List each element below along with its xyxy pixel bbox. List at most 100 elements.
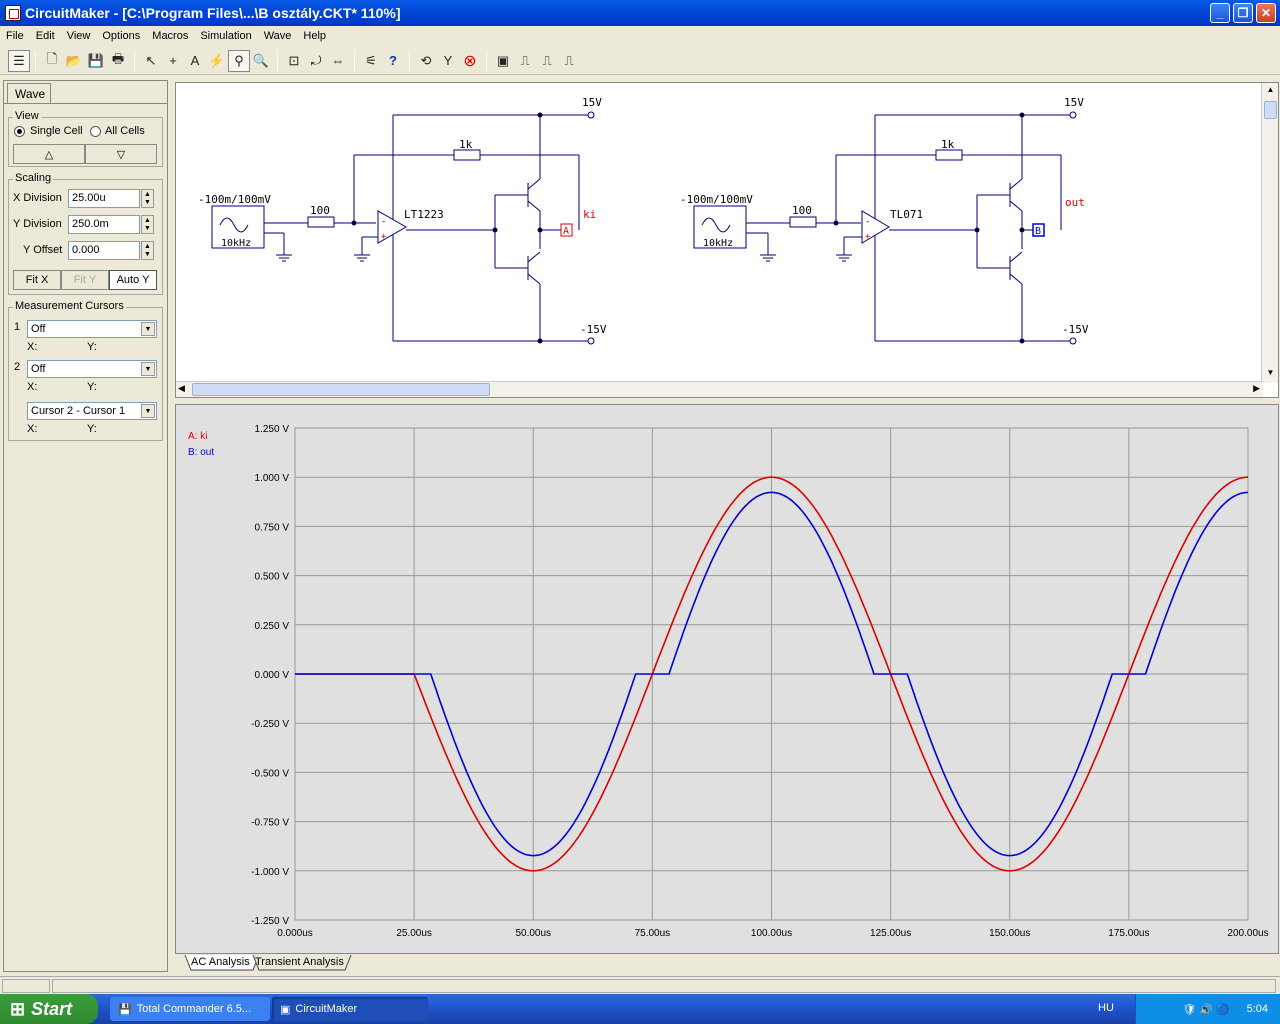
all-cells-radio[interactable] — [90, 126, 101, 137]
horizontal-scroll-thumb[interactable] — [192, 383, 490, 396]
schematic-vertical-scrollbar[interactable]: ▲ ▼ — [1261, 83, 1278, 383]
vertical-scroll-thumb[interactable] — [1264, 101, 1277, 119]
menu-simulation[interactable]: Simulation — [194, 30, 257, 42]
source-label-left: -100m/100mV — [198, 193, 271, 206]
y-division-spinner[interactable]: ▲ ▼ — [141, 215, 154, 234]
y-division-input[interactable]: 250.0m — [68, 215, 140, 234]
toolbar-separator — [409, 50, 410, 71]
system-tray: 🛡🔊🔵 5:04 — [1135, 994, 1280, 1024]
circuit-right — [693, 111, 1077, 345]
legend-entry-0: A: ki — [188, 431, 207, 442]
rotate-icon[interactable]: ⤾ — [305, 50, 327, 72]
scope2-icon[interactable]: ⎍ — [536, 50, 558, 72]
scope3-icon[interactable]: ⎍ — [558, 50, 580, 72]
new-file-icon[interactable]: 🗋 — [41, 50, 63, 72]
toolbar-separator — [354, 50, 355, 71]
minimize-button[interactable]: _ — [1210, 3, 1230, 23]
close-button[interactable]: ✕ — [1256, 3, 1276, 23]
open-folder-icon[interactable]: 📂 — [63, 50, 85, 72]
print-icon[interactable]: 🖶 — [107, 50, 129, 72]
mirror-icon[interactable]: ⇔ — [327, 50, 349, 72]
tab-wave[interactable]: Wave — [7, 83, 51, 103]
help-icon[interactable]: ? — [382, 50, 404, 72]
fit-y-button[interactable]: Fit Y — [61, 270, 109, 290]
menu-edit[interactable]: Edit — [30, 30, 61, 42]
view-group: View Single Cell All Cells △ ▽ — [8, 110, 163, 167]
zoom-tool-icon[interactable]: 🔍 — [250, 50, 272, 72]
cursor1-select[interactable]: Off ▼ — [27, 320, 157, 338]
analysis-setup-icon[interactable]: ▣ — [492, 50, 514, 72]
bus-tool-icon[interactable]: ⚡ — [206, 50, 228, 72]
reset-icon[interactable]: ⟲ — [415, 50, 437, 72]
x-division-input[interactable]: 25.00u — [68, 189, 140, 208]
step-icon[interactable]: Y — [437, 50, 459, 72]
single-cell-label: Single Cell — [30, 125, 83, 137]
probe-a-letter: A — [563, 226, 569, 237]
chevron-down-icon: ▼ — [141, 322, 155, 336]
device-library-icon[interactable]: ⚟ — [360, 50, 382, 72]
y-tick-label: 0.750 V — [255, 522, 290, 533]
x-tick-label: 175.00us — [1108, 928, 1149, 939]
menu-file[interactable]: File — [0, 30, 30, 42]
language-indicator[interactable]: HU — [1098, 1002, 1114, 1014]
zoom-fit-icon[interactable]: ⊡ — [283, 50, 305, 72]
waveform-plot[interactable]: 0.000us 25.00us 50.00us 75.00us 100.00us 125.… — [175, 404, 1279, 954]
rfb-label-left: 1k — [459, 138, 473, 151]
menu-bar: File Edit View Options Macros Simulation… — [0, 26, 1280, 46]
menu-options[interactable]: Options — [96, 30, 146, 42]
probe-tool-icon[interactable]: ⚲ — [228, 49, 250, 72]
x-tick-label: 200.00us — [1227, 928, 1268, 939]
task-circuitmaker[interactable]: ▣ CircuitMaker — [272, 997, 428, 1021]
opamp-minus-right: - — [865, 217, 870, 227]
tab-ac-analysis[interactable]: AC Analysis — [191, 956, 250, 968]
cursor2-select[interactable]: Off ▼ — [27, 360, 157, 378]
vminus-label-right: -15V — [1062, 323, 1089, 336]
window-title: CircuitMaker - [C:\Program Files\...\B o… — [25, 5, 401, 21]
probe-b-letter: B — [1035, 226, 1041, 237]
scope-icon[interactable]: ⎍ — [514, 50, 536, 72]
menu-macros[interactable]: Macros — [146, 30, 194, 42]
menu-wave[interactable]: Wave — [258, 30, 298, 42]
y-offset-spinner[interactable]: ▲ ▼ — [141, 241, 154, 260]
fit-x-button[interactable]: Fit X — [13, 270, 61, 290]
single-cell-radio[interactable] — [14, 126, 25, 137]
freq-label-right: 10kHz — [703, 238, 733, 249]
auto-y-button[interactable]: Auto Y — [109, 270, 157, 290]
panel-toggle-icon[interactable]: ☰ — [8, 49, 30, 72]
circuitmaker-icon: ▣ — [280, 1003, 291, 1016]
save-icon[interactable]: 💾 — [85, 50, 107, 72]
circuit-left — [211, 111, 595, 345]
cell-down-button[interactable]: ▽ — [85, 144, 157, 164]
freq-label-left: 10kHz — [221, 238, 251, 249]
opamp-label-left: LT1223 — [404, 208, 444, 221]
x-division-spinner[interactable]: ▲ ▼ — [141, 189, 154, 208]
schematic-view[interactable]: -100m/100mV 10kHz 100 1k LT1223 15V -15V… — [175, 82, 1279, 398]
circuitmaker-app-icon — [5, 5, 21, 21]
restore-button[interactable]: ❐ — [1233, 3, 1253, 23]
start-button[interactable]: ⊞ Start — [0, 994, 98, 1024]
stop-icon[interactable]: ⊗ — [459, 50, 481, 72]
rfb-label-right: 1k — [941, 138, 955, 151]
schematic-horizontal-scrollbar[interactable]: ◀ ▶ — [176, 381, 1263, 397]
y-tick-label: -1.250 V — [251, 916, 289, 927]
y-tick-label: 0.000 V — [255, 670, 290, 681]
y-tick-label: 1.000 V — [255, 473, 290, 484]
text-tool-icon[interactable]: A — [184, 50, 206, 72]
total-commander-icon: 💾 — [118, 1003, 132, 1016]
menu-view[interactable]: View — [61, 30, 97, 42]
y-tick-label: -0.500 V — [251, 768, 289, 779]
rin-label-left: 100 — [310, 204, 330, 217]
menu-help[interactable]: Help — [297, 30, 332, 42]
wire-tool-icon[interactable]: + — [162, 50, 184, 72]
tab-transient-analysis[interactable]: Transient Analysis — [255, 956, 344, 968]
y-offset-label: Y Offset — [23, 244, 63, 256]
cell-up-button[interactable]: △ — [13, 144, 85, 164]
arrow-tool-icon[interactable]: ↖ — [140, 50, 162, 72]
analysis-tabs: AC Analysis Transient Analysis — [175, 954, 1279, 972]
status-bar — [0, 976, 1280, 994]
task-total-commander[interactable]: 💾 Total Commander 6.5... — [110, 997, 270, 1021]
opamp-label-right: TL071 — [890, 208, 923, 221]
tray-icons: 🛡🔊🔵 — [1182, 1003, 1233, 1016]
y-offset-input[interactable]: 0.000 — [68, 241, 140, 260]
cursor-diff-select[interactable]: Cursor 2 - Cursor 1 ▼ — [27, 402, 157, 420]
